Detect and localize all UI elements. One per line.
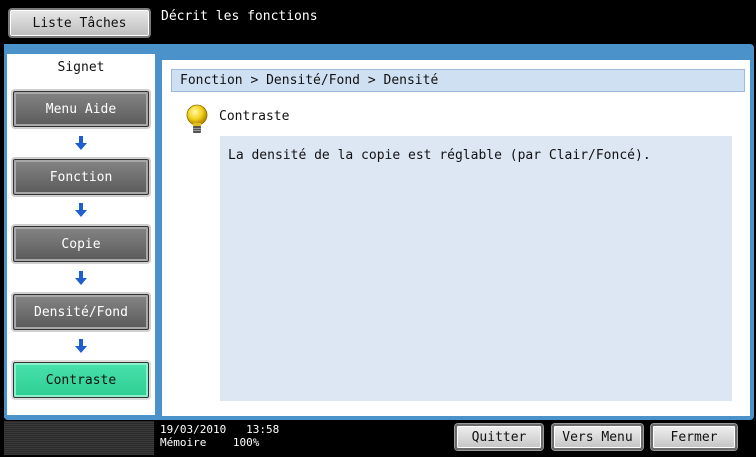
arrow-down-icon	[75, 271, 87, 285]
time-value: 13:58	[246, 423, 280, 436]
task-list-button[interactable]: Liste Tâches	[8, 8, 151, 38]
sidebar-item-contraste[interactable]: Contraste	[13, 362, 149, 398]
page-title: Décrit les fonctions	[161, 9, 318, 24]
sidebar-item-menu-aide[interactable]: Menu Aide	[13, 91, 149, 127]
sidebar-item-fonction[interactable]: Fonction	[13, 159, 149, 195]
status-strip	[4, 421, 154, 455]
date-time: 19/03/2010 13:58	[160, 424, 279, 436]
lightbulb-icon	[186, 104, 208, 133]
memory-status: Mémoire 100%	[160, 437, 259, 449]
arrow-down-icon	[75, 203, 87, 217]
arrow-down-icon	[75, 339, 87, 353]
arrow-down-icon	[75, 136, 87, 150]
date-value: 19/03/2010	[160, 423, 227, 436]
description-text: La densité de la copie est réglable (par…	[228, 148, 651, 163]
sidebar-item-copie[interactable]: Copie	[13, 226, 149, 262]
breadcrumb: Fonction > Densité/Fond > Densité	[171, 69, 745, 92]
back-to-menu-button[interactable]: Vers Menu	[552, 424, 643, 450]
description-box	[220, 136, 732, 401]
memory-value: 100%	[232, 436, 260, 449]
sidebar-item-densite-fond[interactable]: Densité/Fond	[13, 294, 149, 330]
memory-label: Mémoire	[160, 436, 207, 449]
topic-title: Contraste	[219, 109, 290, 124]
bookmark-label: Signet	[57, 60, 105, 75]
close-button[interactable]: Fermer	[651, 424, 737, 450]
quit-button[interactable]: Quitter	[455, 424, 543, 450]
